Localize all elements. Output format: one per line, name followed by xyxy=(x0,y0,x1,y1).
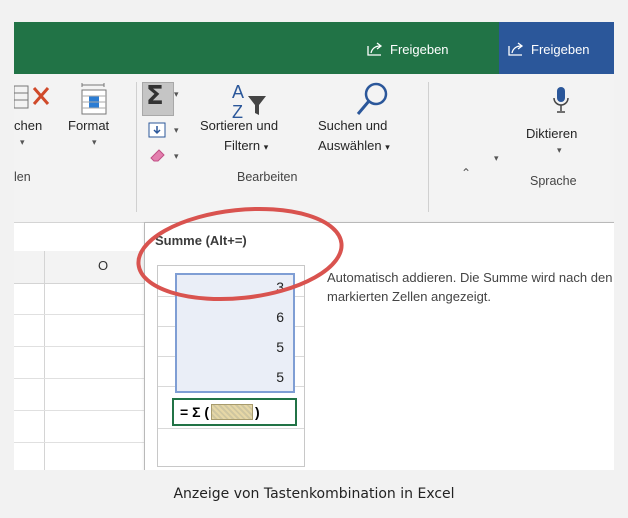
formula-suffix: ) xyxy=(255,404,260,420)
svg-text:A: A xyxy=(232,82,244,102)
group-label-partial: len xyxy=(14,170,31,184)
sort-filter-label-2: Filtern ▾ xyxy=(224,138,269,153)
gridline xyxy=(14,410,154,411)
find-select-label-2: Auswählen ▾ xyxy=(318,138,390,153)
divider xyxy=(428,82,429,212)
chevron-down-icon[interactable]: ▾ xyxy=(174,90,179,100)
sum-formula-cell: = Σ ( ) xyxy=(172,398,297,426)
highlight-ellipse xyxy=(136,206,344,302)
group-label-edit: Bearbeiten xyxy=(237,170,298,184)
formula-prefix: = Σ ( xyxy=(180,404,210,420)
delete-label-partial: chen xyxy=(14,118,43,133)
gridline xyxy=(14,314,154,315)
sort-filter-label-1: Sortieren und xyxy=(200,118,279,133)
chevron-down-icon[interactable]: ▾ xyxy=(174,126,179,136)
delete-cells-icon[interactable] xyxy=(14,82,60,114)
column-header-o[interactable]: O xyxy=(98,258,108,273)
excel-titlebar: Freigeben xyxy=(14,22,499,74)
sigma-icon: Σ xyxy=(146,81,164,111)
format-icon[interactable] xyxy=(76,82,112,116)
figure-frame: Freigeben Freigeben chen ▾ len Format ▾ … xyxy=(0,0,628,518)
search-icon[interactable] xyxy=(354,80,390,120)
autosum-button[interactable]: Σ xyxy=(142,81,174,116)
cell-value: 5 xyxy=(276,339,284,355)
cell-value: 6 xyxy=(276,309,284,325)
find-select-label-1: Suchen und xyxy=(318,118,388,133)
gridline xyxy=(44,251,45,470)
group-label-voice: Sprache xyxy=(530,174,577,188)
gridline xyxy=(14,346,154,347)
chevron-down-icon: ▾ xyxy=(557,146,562,156)
share-button-excel[interactable]: Freigeben xyxy=(366,39,449,59)
chevron-down-icon: ▾ xyxy=(494,154,499,164)
excel-screenshot: Freigeben Freigeben chen ▾ len Format ▾ … xyxy=(14,22,614,470)
collapse-ribbon-icon[interactable]: ⌃ xyxy=(461,166,471,180)
gridline xyxy=(158,428,304,429)
tooltip-description: Automatisch addieren. Die Summe wird nac… xyxy=(327,270,613,304)
format-label: Format xyxy=(68,118,110,133)
share-label: Freigeben xyxy=(531,41,590,57)
share-label: Freigeben xyxy=(390,41,449,57)
gridline xyxy=(14,378,154,379)
share-button-word[interactable]: Freigeben xyxy=(507,39,590,59)
chevron-down-icon: ▾ xyxy=(20,138,25,148)
chevron-down-icon: ▾ xyxy=(92,138,97,148)
figure-caption: Anzeige von Tastenkombination in Excel xyxy=(173,486,455,502)
cell-value: 5 xyxy=(276,369,284,385)
word-titlebar: Freigeben xyxy=(499,22,614,74)
range-placeholder xyxy=(211,404,254,420)
dictate-label: Diktieren xyxy=(526,126,578,141)
clear-icon[interactable] xyxy=(148,146,168,164)
share-icon xyxy=(508,42,524,56)
chevron-down-icon[interactable]: ▾ xyxy=(174,152,179,162)
share-icon xyxy=(367,42,383,56)
fill-icon[interactable] xyxy=(148,122,168,140)
microphone-icon[interactable] xyxy=(552,86,570,116)
divider xyxy=(136,82,137,212)
gridline xyxy=(14,442,154,443)
